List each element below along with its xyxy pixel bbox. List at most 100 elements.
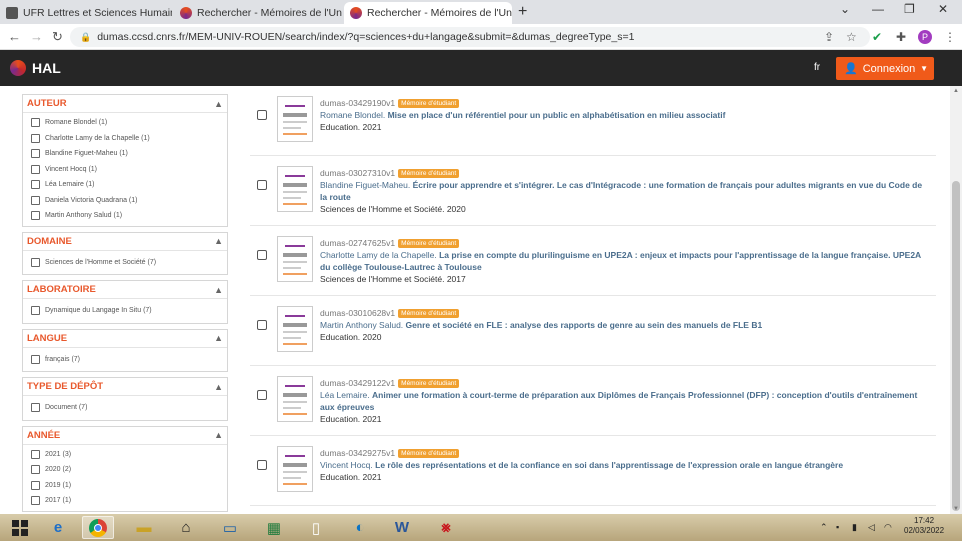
facet-item[interactable]: français (7) [23,352,227,368]
tray-wifi-icon[interactable]: ◠ [884,522,892,533]
facet-header[interactable]: LANGUE ▲ [23,329,227,348]
facet-item[interactable]: Martin Anthony Salud (1) [23,208,227,224]
forward-icon[interactable]: → [30,29,43,44]
minimize-icon[interactable]: — [872,2,884,16]
hal-logo[interactable]: HAL [10,60,61,76]
facet-header[interactable]: LABORATOIRE ▲ [23,281,227,299]
checkbox[interactable] [31,465,40,475]
document-thumbnail[interactable] [277,446,313,492]
checkbox[interactable] [31,480,40,490]
select-checkbox[interactable] [257,180,267,190]
system-clock[interactable]: 17:42 02/03/2022 [904,516,944,536]
facet-header[interactable]: TYPE DE DÉPÔT ▲ [23,378,227,396]
extension-check-icon[interactable]: ✔ [872,30,882,44]
facet-item[interactable]: Dynamique du Langage In Situ (7) [23,303,227,319]
checkbox[interactable] [31,149,40,159]
facet-item[interactable]: Vincent Hocq (1) [23,162,227,178]
checkbox[interactable] [31,449,40,459]
checkbox[interactable] [31,164,40,174]
acrobat-icon[interactable]: ⨳ [430,516,462,539]
facet-item[interactable]: 2019 (1) [23,478,227,494]
chevron-up-icon[interactable]: ▲ [214,382,223,392]
language-switch[interactable]: fr [814,62,820,73]
facet-item[interactable]: 2021 (3) [23,447,227,463]
select-checkbox[interactable] [257,250,267,260]
document-thumbnail[interactable] [277,96,313,142]
result-author[interactable]: Romane Blondel. [320,110,385,120]
tab-rechercher-1[interactable]: Rechercher - Mémoires de l'Univ ✕ [174,2,342,24]
chevron-up-icon[interactable]: ▲ [214,430,223,440]
result-author[interactable]: Blandine Figuet-Maheu. [320,180,410,190]
result-author[interactable]: Léa Lemaire. [320,390,370,400]
facet-item[interactable]: Sciences de l'Homme et Société (7) [23,255,227,271]
result-id[interactable]: dumas-02747625 [320,238,386,248]
tab-rechercher-2[interactable]: Rechercher - Mémoires de l'Univ ✕ [344,2,512,24]
chevron-up-icon[interactable]: ▲ [214,236,223,246]
tray-chevron-icon[interactable]: ⌃ [820,522,828,533]
result-title[interactable]: Le rôle des représentations et de la con… [375,460,843,470]
checkbox[interactable] [31,354,40,364]
url-field[interactable]: 🔒 dumas.ccsd.cnrs.fr/MEM-UNIV-ROUEN/sear… [70,27,870,47]
back-icon[interactable]: ← [8,29,21,44]
home-icon[interactable]: ⌂ [170,516,202,539]
facet-item[interactable]: Document (7) [23,400,227,416]
document-thumbnail[interactable] [277,236,313,282]
result-title[interactable]: Mise en place d'un référentiel pour un p… [388,110,726,120]
checkbox[interactable] [31,257,40,267]
tab-search-icon[interactable]: ⌄ [840,2,850,16]
checkbox[interactable] [31,118,40,128]
extensions-puzzle-icon[interactable]: ✚ [896,30,906,44]
result-id[interactable]: dumas-03429122 [320,378,386,388]
share-icon[interactable]: ⇪ [824,30,834,44]
chrome-icon[interactable] [82,516,114,539]
tray-signal-icon[interactable]: ▮ [852,522,857,533]
file-explorer-icon[interactable]: ▬ [128,516,160,539]
profile-avatar[interactable]: P [918,30,932,44]
facet-header[interactable]: DOMAINE ▲ [23,232,227,251]
facet-item[interactable]: Blandine Figuet-Maheu (1) [23,146,227,162]
checkbox[interactable] [31,306,40,316]
result-id[interactable]: dumas-03027310 [320,168,386,178]
select-checkbox[interactable] [257,320,267,330]
tab-ufr[interactable]: UFR Lettres et Sciences Humaine ✕ [0,2,172,24]
document-thumbnail[interactable] [277,166,313,212]
result-author[interactable]: Martin Anthony Salud. [320,320,403,330]
result-title[interactable]: Écrire pour apprendre et s'intégrer. Le … [320,180,922,202]
result-author[interactable]: Vincent Hocq. [320,460,373,470]
bookmark-star-icon[interactable]: ☆ [846,30,857,44]
scrollbar-thumb[interactable] [952,181,960,511]
chevron-up-icon[interactable]: ▲ [214,285,223,295]
scroll-down-icon[interactable]: ▼ [953,506,959,512]
facet-item[interactable]: 2017 (1) [23,493,227,509]
facet-item[interactable]: Romane Blondel (1) [23,115,227,131]
tray-sound-icon[interactable]: ◁ [868,522,875,533]
result-id[interactable]: dumas-03429275 [320,448,386,458]
menu-dots-icon[interactable]: ⋮ [944,30,956,44]
select-checkbox[interactable] [257,390,267,400]
select-checkbox[interactable] [257,110,267,120]
checkbox[interactable] [31,195,40,205]
facet-header[interactable]: ANNÉE ▲ [23,426,227,445]
tray-network-icon[interactable]: ▪ [836,522,839,532]
page-scrollbar[interactable]: ▲ ▼ [950,86,962,514]
chevron-up-icon[interactable]: ▲ [214,333,223,343]
checkbox[interactable] [31,496,40,506]
checkbox[interactable] [31,403,40,413]
maximize-icon[interactable]: ❐ [904,2,915,16]
remote-desktop-icon[interactable]: ▭ [214,516,246,539]
checkbox[interactable] [31,211,40,221]
facet-item[interactable]: Daniela Victoria Quadrana (1) [23,193,227,209]
facet-item[interactable]: Charlotte Lamy de la Chapelle (1) [23,131,227,147]
close-window-icon[interactable]: ✕ [938,2,948,16]
checkbox[interactable] [31,133,40,143]
facet-item[interactable]: 2020 (2) [23,462,227,478]
reload-icon[interactable]: ↻ [52,29,63,45]
result-id[interactable]: dumas-03429190 [320,98,386,108]
result-id[interactable]: dumas-03010628 [320,308,386,318]
result-author[interactable]: Charlotte Lamy de la Chapelle. [320,250,437,260]
excel-icon[interactable]: ▦ [258,516,290,539]
internet-explorer-icon[interactable]: e [42,516,74,539]
result-title[interactable]: Genre et société en FLE : analyse des ra… [406,320,763,330]
document-thumbnail[interactable] [277,306,313,352]
new-tab-icon[interactable]: + [518,3,527,21]
